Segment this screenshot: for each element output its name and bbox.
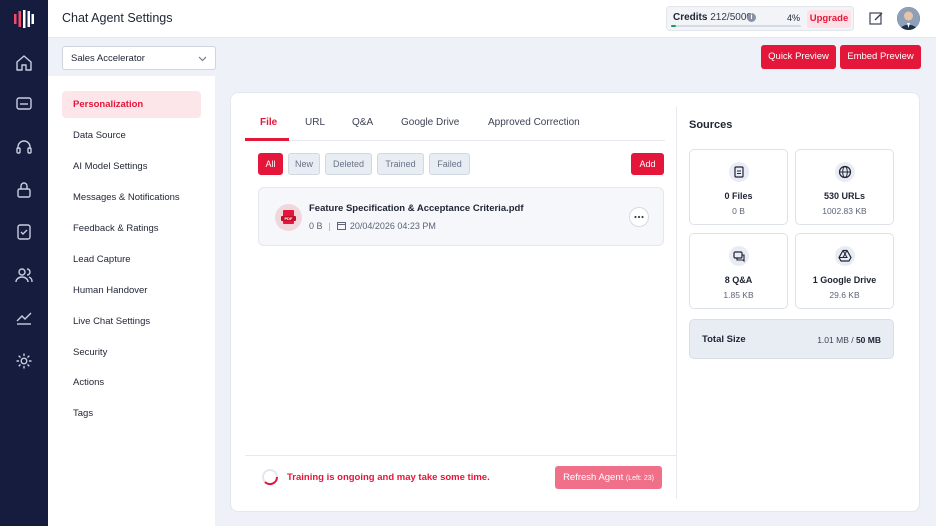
tab-url[interactable]: URL (305, 117, 325, 128)
quick-preview-button[interactable]: Quick Preview (761, 45, 836, 69)
svg-text:PDF: PDF (285, 216, 294, 221)
agent-select[interactable]: Sales Accelerator (62, 46, 216, 70)
google-drive-icon (835, 246, 855, 266)
source-google-drive-size: 29.6 KB (829, 290, 860, 300)
credits-progress-fill (671, 25, 677, 27)
nav-item-human-handover[interactable]: Human Handover (62, 277, 201, 304)
total-size-panel: Total Size 1.01 MB / 50 MB (689, 319, 894, 359)
edit-icon[interactable] (868, 10, 884, 26)
source-qa-card: 8 Q&A 1.85 KB (689, 233, 788, 309)
nav-item-lead-capture[interactable]: Lead Capture (62, 246, 201, 273)
source-tabs: File URL Q&A Google Drive Approved Corre… (245, 107, 665, 141)
info-icon[interactable]: i (747, 13, 756, 22)
loading-spinner-icon (262, 469, 279, 486)
nav-item-ai-model-settings[interactable]: AI Model Settings (62, 153, 201, 180)
more-icon (634, 215, 644, 219)
total-size-label: Total Size (702, 334, 746, 345)
source-google-drive-card: 1 Google Drive 29.6 KB (795, 233, 894, 309)
chevron-down-icon (198, 56, 207, 62)
upgrade-button[interactable]: Upgrade (807, 10, 851, 28)
total-size-value: 1.01 MB / 50 MB (817, 335, 881, 345)
nav-item-tags[interactable]: Tags (62, 400, 201, 427)
meta-separator: | (328, 221, 331, 231)
sources-title: Sources (689, 119, 733, 131)
embed-preview-button[interactable]: Embed Preview (840, 45, 921, 69)
filter-all[interactable]: All (258, 153, 283, 175)
source-qa-size: 1.85 KB (723, 290, 754, 300)
source-urls-size: 1002.83 KB (822, 206, 867, 216)
source-files-count: 0 Files (724, 191, 753, 201)
credits-percent: 4% (787, 13, 801, 23)
active-tab-indicator (245, 138, 289, 141)
panel-divider (676, 107, 677, 499)
users-icon[interactable] (14, 265, 34, 285)
credits-value: 212/5000 (710, 12, 752, 23)
list-item[interactable]: PDF Feature Specification & Acceptance C… (258, 187, 664, 246)
user-avatar[interactable] (897, 7, 920, 30)
file-meta: 0 B | 20/04/2026 04:23 PM (309, 221, 436, 231)
checklist-icon[interactable] (14, 222, 34, 242)
top-bar: Chat Agent Settings Credits 212/5000 i 4… (48, 0, 936, 38)
file-icon (729, 162, 749, 182)
tab-file[interactable]: File (260, 117, 277, 128)
credits-progress-bar (671, 25, 801, 27)
refresh-label: Refresh Agent (563, 472, 624, 483)
file-name: Feature Specification & Acceptance Crite… (309, 203, 524, 214)
page-title: Chat Agent Settings (62, 11, 173, 25)
add-button[interactable]: Add (631, 153, 664, 175)
data-source-card: File URL Q&A Google Drive Approved Corre… (230, 92, 920, 512)
nav-item-actions[interactable]: Actions (62, 369, 201, 396)
file-size: 0 B (309, 221, 323, 231)
more-options-button[interactable] (629, 207, 649, 227)
filter-trained[interactable]: Trained (377, 153, 424, 175)
filter-new[interactable]: New (288, 153, 320, 175)
headset-icon[interactable] (14, 137, 34, 157)
app-logo-icon (14, 10, 34, 28)
source-urls-card: 530 URLs 1002.83 KB (795, 149, 894, 225)
nav-item-data-source[interactable]: Data Source (62, 122, 201, 149)
filter-deleted[interactable]: Deleted (325, 153, 372, 175)
pdf-file-icon: PDF (275, 204, 302, 231)
training-status: Training is ongoing and may take some ti… (287, 472, 490, 483)
nav-item-security[interactable]: Security (62, 339, 201, 366)
source-files-size: 0 B (732, 206, 745, 216)
chat-bubbles-icon (729, 246, 749, 266)
lock-icon[interactable] (14, 180, 34, 200)
app-rail (0, 0, 48, 526)
nav-item-messages-notifications[interactable]: Messages & Notifications (62, 184, 201, 211)
chat-icon[interactable] (14, 94, 34, 114)
settings-nav: Personalization Data Source AI Model Set… (48, 76, 215, 526)
source-files-card: 0 Files 0 B (689, 149, 788, 225)
source-urls-count: 530 URLs (823, 191, 866, 201)
calendar-icon (336, 222, 346, 230)
source-google-drive-count: 1 Google Drive (812, 275, 877, 285)
tab-qa[interactable]: Q&A (352, 117, 373, 128)
refresh-remaining: (Left: 23) (625, 475, 654, 482)
tab-google-drive[interactable]: Google Drive (401, 117, 459, 128)
settings-gear-icon[interactable] (14, 351, 34, 371)
nav-item-feedback-ratings[interactable]: Feedback & Ratings (62, 215, 201, 242)
file-date: 20/04/2026 04:23 PM (349, 221, 436, 231)
refresh-agent-button[interactable]: Refresh Agent (Left: 23) (555, 466, 662, 489)
credits-widget: Credits 212/5000 i 4% Upgrade (666, 6, 854, 31)
agent-select-value: Sales Accelerator (71, 53, 145, 64)
nav-item-live-chat-settings[interactable]: Live Chat Settings (62, 308, 201, 335)
training-footer: Training is ongoing and may take some ti… (245, 455, 676, 499)
nav-item-personalization[interactable]: Personalization (62, 91, 201, 118)
globe-icon (835, 162, 855, 182)
tab-approved-correction[interactable]: Approved Correction (488, 117, 580, 128)
source-qa-count: 8 Q&A (724, 275, 753, 285)
analytics-icon[interactable] (14, 308, 34, 328)
credits-label: Credits 212/5000 (673, 12, 752, 23)
filter-failed[interactable]: Failed (429, 153, 470, 175)
home-icon[interactable] (14, 53, 34, 73)
